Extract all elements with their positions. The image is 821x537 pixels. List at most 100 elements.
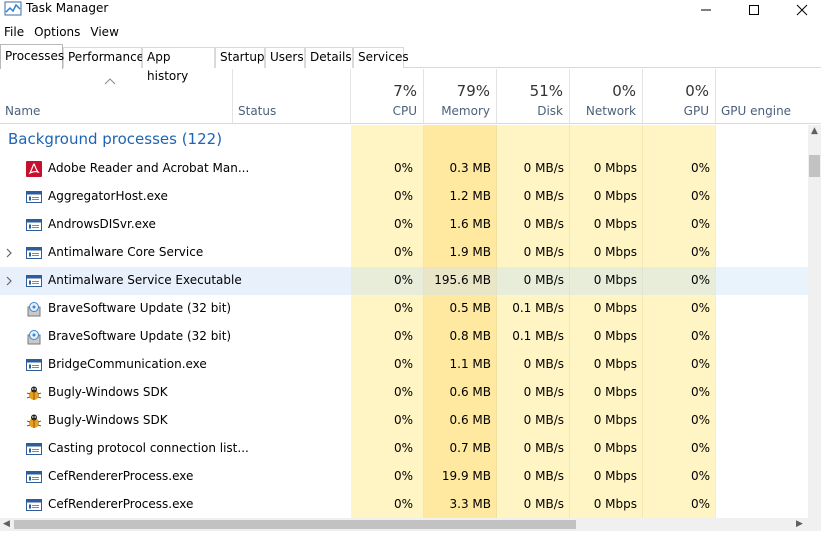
process-list: Background processes (122) Adobe Reader … xyxy=(0,125,808,518)
process-cpu-value: 0% xyxy=(393,441,413,455)
group-header-background-processes[interactable]: Background processes (122) xyxy=(0,125,808,155)
menu-options[interactable]: Options xyxy=(29,22,85,42)
app-window-icon xyxy=(26,245,42,261)
installer-icon xyxy=(26,329,42,345)
tab-services[interactable]: Services xyxy=(353,47,409,68)
process-network-value: 0 Mbps xyxy=(593,161,637,175)
process-memory-value: 1.2 MB xyxy=(449,189,491,203)
process-row[interactable]: BridgeCommunication.exe 0% 1.1 MB 0 MB/s 0 M… xyxy=(0,351,808,379)
column-gpu-label: GPU xyxy=(683,104,709,118)
process-memory-value: 0.8 MB xyxy=(449,329,491,343)
process-cpu-value: 0% xyxy=(393,161,413,175)
process-row[interactable]: Antimalware Core Service 0% 1.9 MB 0 MB/s 0 … xyxy=(0,239,808,267)
menu-view[interactable]: View xyxy=(85,22,123,42)
scroll-left-icon[interactable]: ◀ xyxy=(3,518,10,531)
expand-chevron-icon[interactable] xyxy=(5,247,13,259)
menu-file[interactable]: File xyxy=(0,22,29,42)
process-row[interactable]: Bugly-Windows SDK 0% 0.6 MB 0 MB/s 0 Mbps 0% xyxy=(0,407,808,435)
process-name: CefRendererProcess.exe xyxy=(48,469,194,483)
process-row[interactable]: AndrowsDISvr.exe 0% 1.6 MB 0 MB/s 0 Mbps 0% xyxy=(0,211,808,239)
tab-details[interactable]: Details xyxy=(305,47,353,68)
disk-usage-percent: 51% xyxy=(529,82,563,100)
process-memory-value: 195.6 MB xyxy=(434,273,491,287)
process-network-value: 0 Mbps xyxy=(593,301,637,315)
process-cpu-value: 0% xyxy=(393,189,413,203)
process-memory-value: 1.1 MB xyxy=(449,357,491,371)
task-manager-icon xyxy=(4,1,22,16)
process-row[interactable]: Casting protocol connection list... 0% 0.7… xyxy=(0,435,808,463)
process-memory-value: 0.3 MB xyxy=(449,161,491,175)
process-cpu-value: 0% xyxy=(393,413,413,427)
column-cpu[interactable]: 7% CPU xyxy=(351,69,424,123)
process-network-value: 0 Mbps xyxy=(593,497,637,511)
process-row[interactable]: Bugly-Windows SDK 0% 0.6 MB 0 MB/s 0 Mbps 0% xyxy=(0,379,808,407)
horizontal-scrollbar[interactable]: ◀ ▶ xyxy=(0,518,821,531)
process-row[interactable]: BraveSoftware Update (32 bit) 0% 0.8 MB 0.1… xyxy=(0,323,808,351)
title-bar: Task Manager xyxy=(0,0,821,20)
process-cpu-value: 0% xyxy=(393,497,413,511)
window-title: Task Manager xyxy=(26,1,109,15)
scroll-up-icon[interactable]: ▲ xyxy=(811,125,818,138)
tab-users[interactable]: Users xyxy=(265,47,305,68)
gpu-usage-percent: 0% xyxy=(685,82,709,100)
column-memory[interactable]: 79% Memory xyxy=(424,69,497,123)
menu-bar: File Options View xyxy=(0,22,124,42)
horizontal-scroll-thumb[interactable] xyxy=(14,520,576,529)
column-gpu-engine[interactable]: GPU engine xyxy=(716,69,808,123)
scroll-right-icon[interactable]: ▶ xyxy=(796,518,803,531)
column-network[interactable]: 0% Network xyxy=(570,69,643,123)
adobe-acrobat-icon xyxy=(26,161,42,177)
maximize-button[interactable] xyxy=(731,0,777,20)
process-network-value: 0 Mbps xyxy=(593,357,637,371)
process-cpu-value: 0% xyxy=(393,301,413,315)
process-name: Bugly-Windows SDK xyxy=(48,413,168,427)
process-name: CefRendererProcess.exe xyxy=(48,497,194,511)
tab-processes[interactable]: Processes xyxy=(0,44,64,69)
sort-ascending-icon xyxy=(104,78,116,85)
process-row[interactable]: AggregatorHost.exe 0% 1.2 MB 0 MB/s 0 Mbps 0% xyxy=(0,183,808,211)
column-gpu[interactable]: 0% GPU xyxy=(643,69,716,123)
expand-chevron-icon[interactable] xyxy=(5,275,13,287)
process-row[interactable]: Antimalware Service Executable 0% 195.6 MB… xyxy=(0,267,808,295)
column-name-label: Name xyxy=(5,104,41,118)
process-name: Adobe Reader and Acrobat Man... xyxy=(48,161,250,175)
column-status[interactable]: Status xyxy=(233,69,351,123)
app-window-icon xyxy=(26,441,42,457)
column-disk[interactable]: 51% Disk xyxy=(497,69,570,123)
process-row[interactable]: BraveSoftware Update (32 bit) 0% 0.5 MB 0.1… xyxy=(0,295,808,323)
close-button[interactable] xyxy=(779,0,821,20)
vertical-scrollbar[interactable]: ▲ xyxy=(808,125,821,518)
memory-usage-percent: 79% xyxy=(456,82,490,100)
tab-startup[interactable]: Startup xyxy=(215,47,265,68)
app-window-icon xyxy=(26,357,42,373)
process-row[interactable]: CefRendererProcess.exe 0% 3.3 MB 0 MB/s 0 Mb… xyxy=(0,491,808,518)
process-disk-value: 0 MB/s xyxy=(523,217,564,231)
tab-app-history[interactable]: App history xyxy=(142,47,215,83)
cpu-usage-percent: 7% xyxy=(393,82,417,100)
process-gpu-value: 0% xyxy=(690,189,710,203)
column-disk-label: Disk xyxy=(537,104,563,118)
process-disk-value: 0 MB/s xyxy=(523,245,564,259)
process-memory-value: 19.9 MB xyxy=(441,469,491,483)
process-memory-value: 1.6 MB xyxy=(449,217,491,231)
process-cpu-value: 0% xyxy=(393,217,413,231)
process-memory-value: 0.5 MB xyxy=(449,301,491,315)
process-row[interactable]: Adobe Reader and Acrobat Man... 0% 0.3 MB 0… xyxy=(0,155,808,183)
column-name[interactable]: Name xyxy=(0,69,233,123)
process-name: AggregatorHost.exe xyxy=(48,189,168,203)
app-window-icon xyxy=(26,189,42,205)
process-memory-value: 0.7 MB xyxy=(449,441,491,455)
process-disk-value: 0 MB/s xyxy=(523,441,564,455)
column-status-label: Status xyxy=(238,104,277,118)
process-gpu-value: 0% xyxy=(690,217,710,231)
app-window-icon xyxy=(26,273,42,289)
process-network-value: 0 Mbps xyxy=(593,245,637,259)
minimize-button[interactable] xyxy=(683,0,729,20)
installer-icon xyxy=(26,301,42,317)
process-row[interactable]: CefRendererProcess.exe 0% 19.9 MB 0 MB/s 0 M… xyxy=(0,463,808,491)
tab-performance[interactable]: Performance xyxy=(63,47,144,68)
process-cpu-value: 0% xyxy=(393,385,413,399)
vertical-scroll-thumb[interactable] xyxy=(809,155,820,177)
minimize-icon xyxy=(701,9,711,11)
process-name: BraveSoftware Update (32 bit) xyxy=(48,301,232,315)
